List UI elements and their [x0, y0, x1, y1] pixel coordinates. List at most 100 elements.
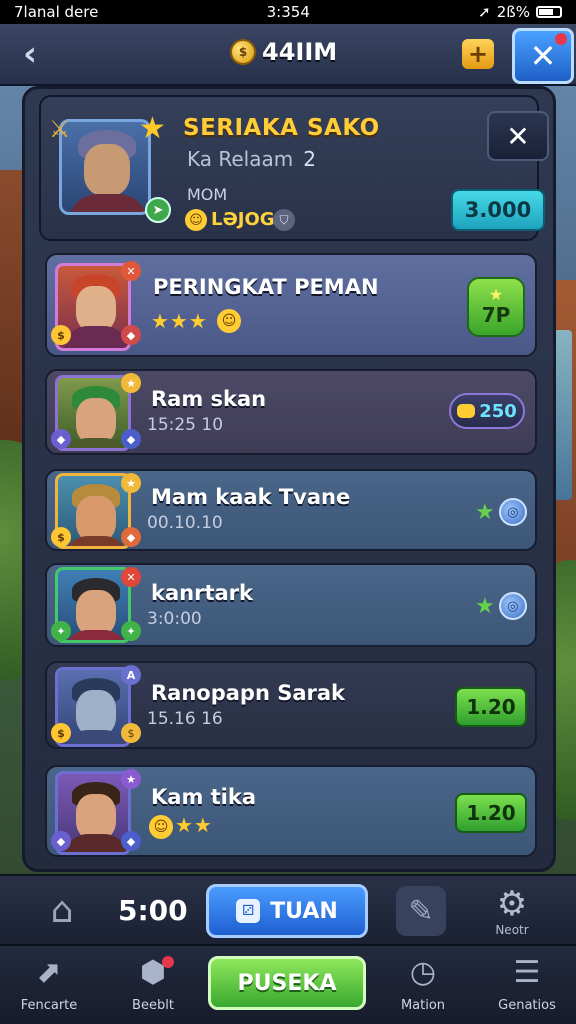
settings-label: Neotr — [495, 923, 529, 937]
nav-label: Beeblt — [132, 998, 174, 1013]
list-item[interactable]: ★ ◆ ◆ Kam tika ☺ ★★ 1.20 — [45, 765, 537, 857]
chest-icon — [457, 404, 476, 418]
status-bar: 7lanal dere 3:354 ➚ 2ß% — [0, 0, 576, 24]
add-coins-button[interactable]: + — [458, 36, 498, 72]
leaf-mini-icon: ✦ — [51, 621, 71, 641]
crossed-tools-icon: ✎ — [408, 893, 434, 929]
nav-item-mation[interactable]: ◷ Mation — [378, 954, 468, 1022]
bottom-nav: ⬈ Fencarte ⬢ Beeblt PUSEKA ◷ Mation ☰ Ge… — [0, 944, 576, 1024]
row-subtitle: 00.10.10 — [147, 513, 223, 533]
profile-subtitle-number: 2 — [303, 147, 316, 171]
avatar-body — [64, 326, 128, 348]
rank-badge-button[interactable]: ★ 7P — [467, 277, 525, 337]
star-icon: ★ — [139, 111, 166, 146]
profile-amount-button[interactable]: 3.000 — [451, 189, 545, 231]
profile-subtitle-text: Ka Relaam — [187, 147, 294, 171]
nav-label: Mation — [400, 998, 446, 1013]
battery-icon — [535, 6, 562, 18]
row-title: Mam kaak Tvane — [151, 485, 351, 509]
avatar-body — [64, 438, 128, 448]
reward-value-button[interactable]: 1.20 — [455, 687, 527, 727]
dice-icon: ⚂ — [236, 899, 261, 923]
gear-icon: ⚙ — [496, 884, 528, 924]
nav-item-fencarte[interactable]: ⬈ Fencarte — [4, 954, 94, 1022]
row-subtitle: 15.16 16 — [147, 709, 223, 729]
tools-button[interactable]: ✎ — [396, 886, 446, 936]
row-actions: ★ ◎ — [475, 589, 535, 623]
gem-mini-icon: ◆ — [121, 831, 141, 851]
status-carrier: 7lanal dere — [14, 3, 99, 21]
turn-timer: 5:00 — [118, 894, 188, 927]
coin-mini-icon: $ — [51, 723, 71, 743]
profile-mom-label: MOM — [187, 185, 228, 204]
star-mini-icon: ★ — [121, 373, 141, 393]
list-item[interactable]: ✕ $ ◆ PERINGKAT PEMAN ★★★ ☺ ★ 7P — [45, 253, 537, 357]
avatar-body — [64, 536, 128, 546]
profile-avatar[interactable] — [59, 119, 151, 215]
gem-mini-icon: ◆ — [121, 429, 141, 449]
row-title: Ranopapn Sarak — [151, 681, 346, 705]
rank-badge-value: 7P — [481, 303, 511, 327]
smile-icon: ☺ — [185, 209, 207, 231]
row-actions: ★ ◎ — [475, 495, 535, 529]
info-disc-icon[interactable]: ◎ — [498, 592, 527, 620]
info-disc-icon[interactable]: ◎ — [498, 498, 527, 526]
gift-box-icon: ⬢ — [140, 954, 175, 992]
menu-list-icon: ☰ — [513, 955, 541, 990]
star-mini-icon: ★ — [121, 473, 141, 493]
back-button[interactable]: ‹ — [10, 32, 50, 76]
status-time: 3:354 — [266, 3, 310, 21]
green-star-icon[interactable]: ★ — [475, 500, 495, 525]
rank-a-mini-icon: A — [121, 665, 141, 685]
green-star-icon[interactable]: ★ — [475, 594, 495, 619]
primary-action-button[interactable]: PUSEKA — [208, 956, 366, 1010]
gem-mini-icon: ◆ — [121, 527, 141, 547]
profile-status: LƏJOG — [211, 209, 275, 230]
gem-mini-icon: ◆ — [51, 831, 71, 851]
coin-mini-icon: $ — [121, 723, 141, 743]
row-subtitle: 15:25 10 — [147, 415, 224, 435]
profile-subtitle: Ka Relaam 2 — [187, 147, 316, 171]
list-item[interactable]: ★ ◆ ◆ Ram skan 15:25 10 250 — [45, 369, 537, 455]
list-item[interactable]: ★ $ ◆ Mam kaak Tvane 00.10.10 ★ ◎ — [45, 469, 537, 551]
profile-card: ⚔ ★ ➤ SERIAKA SAKO Ka Relaam 2 ✕ MOM ☺ LƏ… — [39, 95, 549, 241]
close-profile-button[interactable]: ✕ — [487, 111, 549, 161]
reward-value: 250 — [479, 400, 517, 422]
map-arrow-icon: ⬈ — [36, 955, 62, 990]
smile-icon: ☺ — [217, 309, 241, 333]
home-button[interactable]: ⌂ — [40, 888, 84, 932]
puzzle-plus-icon: + — [462, 39, 494, 69]
coin-value: 44IIM — [262, 38, 338, 66]
turn-button[interactable]: ⚂ TUAN — [206, 884, 368, 938]
nav-label: Genatios — [498, 998, 556, 1013]
stars-rating: ★★ — [175, 813, 213, 837]
reward-value-pill[interactable]: 250 — [449, 393, 525, 429]
list-item[interactable]: ✕ ✦ ✦ kanrtark 3:0:00 ★ ◎ — [45, 563, 537, 647]
leaderboard-panel: ⚔ ★ ➤ SERIAKA SAKO Ka Relaam 2 ✕ MOM ☺ LƏ… — [22, 86, 556, 872]
nav-item-genatios[interactable]: ☰ Genatios — [482, 954, 572, 1022]
close-screen-button[interactable]: ✕ — [512, 28, 574, 84]
avatar-body — [64, 834, 128, 852]
clock-icon: ◷ — [409, 955, 437, 990]
list-item[interactable]: A $ $ Ranopapn Sarak 15.16 16 1.20 — [45, 661, 537, 749]
coin-icon: $ — [230, 39, 256, 65]
leaf-mini-icon: ✦ — [121, 621, 141, 641]
gem-mini-icon: ◆ — [51, 429, 71, 449]
action-bar: ⌂ 5:00 ⚂ TUAN ✎ ⚙ Neotr — [0, 874, 576, 944]
reward-value-button[interactable]: 1.20 — [455, 793, 527, 833]
battery-percent: 2ß% — [496, 3, 530, 21]
close-icon: ✕ — [506, 119, 530, 153]
avatar-body — [64, 730, 128, 744]
settings-button[interactable]: ⚙ Neotr — [480, 880, 544, 944]
row-title: Kam tika — [151, 785, 257, 809]
smile-icon: ☺ — [149, 815, 173, 839]
close-mini-icon: ✕ — [121, 567, 141, 587]
coin-mini-icon: $ — [51, 527, 71, 547]
nav-item-beeblt[interactable]: ⬢ Beeblt — [108, 954, 198, 1022]
notification-dot — [162, 956, 175, 968]
row-title: kanrtark — [151, 581, 253, 605]
shield-icon: ⛉ — [273, 209, 295, 231]
top-bar: ‹ $ 44IIM + ✕ — [0, 24, 576, 86]
turn-button-label: TUAN — [270, 898, 338, 924]
stars-rating: ★★★ — [151, 309, 208, 333]
